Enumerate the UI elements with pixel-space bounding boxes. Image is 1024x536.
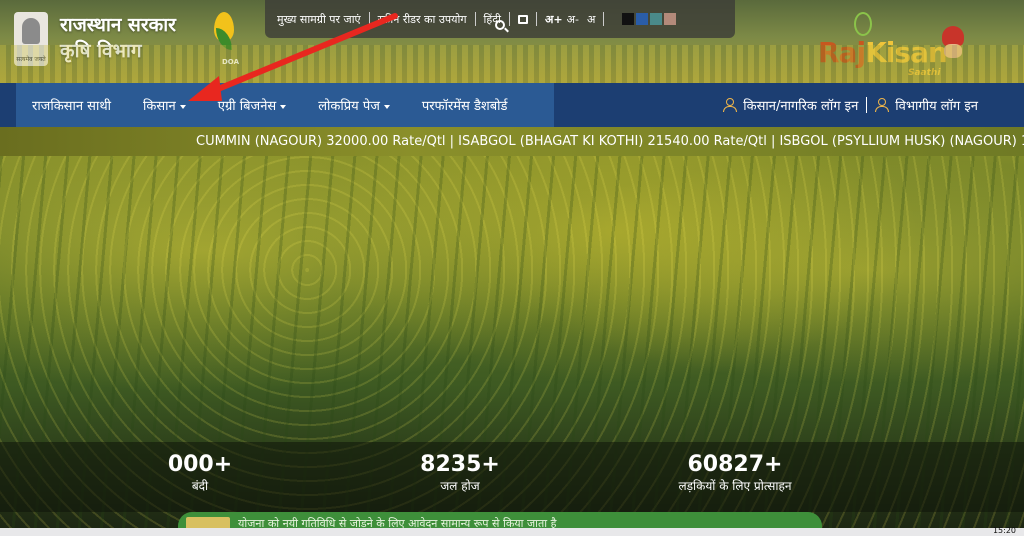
- stat-label: बंदी: [191, 479, 209, 493]
- gov-title[interactable]: राजस्थान सरकार कृषि विभाग: [60, 12, 176, 64]
- taskbar-clock: 15:20: [992, 526, 1016, 535]
- nav-item-label: लोकप्रिय पेज: [318, 99, 380, 114]
- theme-swatch-rose[interactable]: [664, 13, 677, 25]
- brand-name-part2: Kisan: [865, 36, 948, 69]
- gov-title-line1: राजस्थान सरकार: [60, 14, 176, 36]
- theme-swatches: [622, 13, 677, 25]
- dept-login-link[interactable]: विभागीय लॉग इन: [875, 96, 978, 114]
- brand-name: RajKisan: [818, 36, 948, 69]
- citizen-login-label: किसान/नागरिक लॉग इन: [743, 99, 859, 114]
- emblem-caption: सत्यमेव जयते: [16, 56, 46, 63]
- site-header: सत्यमेव जयते राजस्थान सरकार कृषि विभाग D…: [0, 0, 1024, 83]
- skip-to-content-link[interactable]: मुख्य सामग्री पर जाएं: [277, 12, 361, 27]
- main-navigation: राजकिसान साथी किसान एग्री बिजनेस लोकप्रिय प…: [0, 83, 1024, 127]
- sitemap-book-icon[interactable]: [517, 14, 528, 24]
- stat-item: 8235+ जल होज: [400, 452, 520, 494]
- stat-label: लड़कियों के लिए प्रोत्साहन: [678, 479, 792, 493]
- chevron-down-icon: [179, 104, 186, 109]
- stats-band: 000+ बंदी 8235+ जल होज 60827+ लड़कियों क…: [0, 442, 1024, 512]
- user-icon: [723, 98, 738, 112]
- plant-signal-icon: [854, 12, 872, 36]
- utility-bar: मुख्य सामग्री पर जाएं स्क्रीन रीडर का उप…: [265, 0, 735, 38]
- nav-item-label: किसान: [143, 99, 176, 114]
- mandi-rate-ticker[interactable]: CUMMIN (NAGOUR) 32000.00 Rate/Qtl | ISAB…: [0, 127, 1024, 156]
- chevron-down-icon: [383, 104, 390, 109]
- brand-sub: Saathi: [908, 68, 941, 78]
- stat-item: 60827+ लड़कियों के लिए प्रोत्साहन: [640, 452, 830, 494]
- citizen-login-link[interactable]: किसान/नागरिक लॉग इन: [723, 96, 858, 114]
- search-icon[interactable]: [495, 20, 505, 30]
- theme-swatch-black[interactable]: [622, 13, 635, 25]
- stat-number: 000+: [167, 452, 233, 477]
- chevron-down-icon: [280, 104, 287, 109]
- nav-item-label: एग्री बिजनेस: [217, 99, 277, 114]
- nav-item[interactable]: राजकिसान साथी: [16, 96, 127, 114]
- farmer-turban-icon: [942, 26, 964, 48]
- farmer-face-icon: [944, 44, 962, 58]
- rajkisan-saathi-logo[interactable]: RajKisan Saathi: [818, 8, 988, 78]
- login-links: किसान/नागरिक लॉग इन विभागीय लॉग इन: [723, 83, 978, 127]
- nav-item[interactable]: लोकप्रिय पेज: [302, 96, 406, 114]
- nav-item-label: परफॉरमेंस डैशबोर्ड: [421, 99, 508, 114]
- os-taskbar: [0, 528, 1024, 536]
- nav-item[interactable]: एग्री बिजनेस: [202, 96, 302, 114]
- doa-logo[interactable]: DOA: [206, 10, 242, 66]
- font-increase-button[interactable]: अ+: [545, 12, 563, 27]
- font-decrease-button[interactable]: अ-: [567, 12, 579, 27]
- theme-swatch-blue[interactable]: [636, 13, 649, 25]
- nav-item[interactable]: किसान: [127, 96, 202, 114]
- divider: [866, 97, 868, 113]
- stat-item: 000+ बंदी: [150, 452, 250, 494]
- nav-menu: राजकिसान साथी किसान एग्री बिजनेस लोकप्रिय प…: [16, 83, 554, 127]
- stat-label: जल होज: [440, 479, 480, 493]
- stat-number: 60827+: [687, 452, 783, 477]
- stat-number: 8235+: [420, 452, 500, 477]
- divider: [474, 12, 476, 26]
- divider: [368, 12, 370, 26]
- divider: [603, 12, 605, 26]
- theme-swatch-teal[interactable]: [650, 13, 663, 25]
- user-icon: [875, 98, 890, 112]
- divider: [535, 12, 537, 26]
- screen-reader-link[interactable]: स्क्रीन रीडर का उपयोग: [378, 12, 467, 27]
- doa-text: DOA: [222, 58, 239, 66]
- brand-name-part1: Raj: [818, 36, 866, 69]
- state-emblem-logo[interactable]: सत्यमेव जयते: [14, 12, 48, 66]
- divider: [508, 12, 510, 26]
- ticker-text: CUMMIN (NAGOUR) 32000.00 Rate/Qtl | ISAB…: [196, 134, 1024, 149]
- dept-login-label: विभागीय लॉग इन: [895, 99, 978, 114]
- gov-title-line2: कृषि विभाग: [60, 40, 142, 62]
- nav-item[interactable]: परफॉरमेंस डैशबोर्ड: [406, 96, 524, 114]
- nav-item-label: राजकिसान साथी: [32, 99, 112, 114]
- font-normal-button[interactable]: अ: [587, 12, 595, 27]
